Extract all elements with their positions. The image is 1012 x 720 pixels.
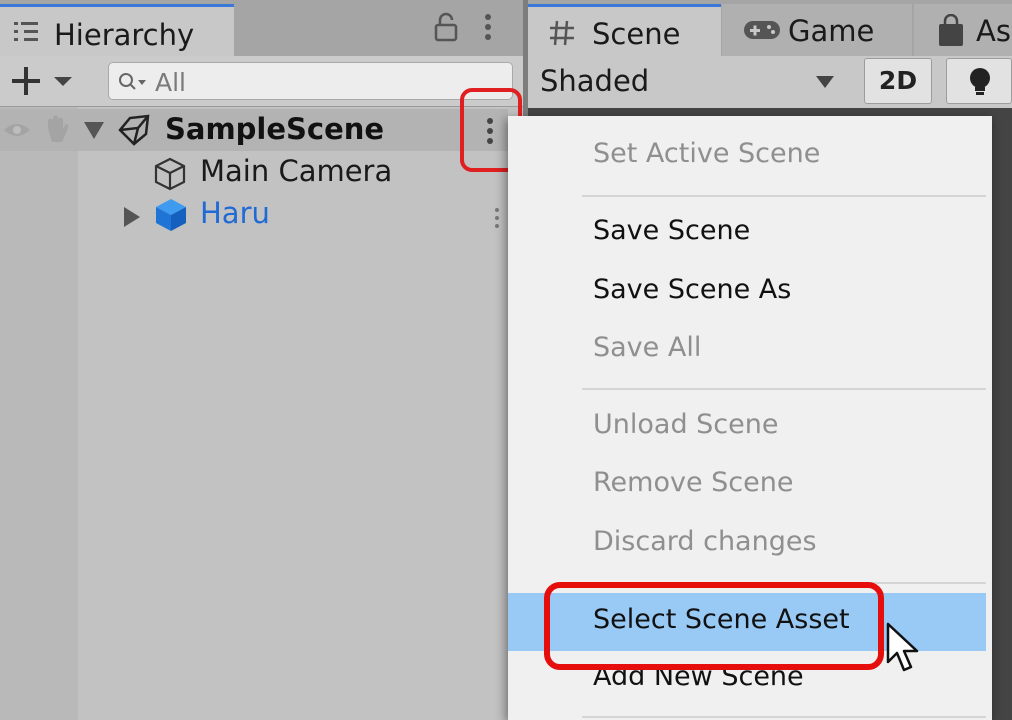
haru-more-icon[interactable]: [494, 206, 500, 230]
tab-scene[interactable]: Scene: [528, 4, 721, 56]
hierarchy-item-haru[interactable]: Haru: [200, 196, 270, 230]
shading-mode-dropdown[interactable]: Shaded: [528, 58, 846, 104]
menu-separator: [582, 716, 986, 718]
search-icon: [119, 73, 146, 90]
tab-scene-label: Scene: [592, 17, 681, 51]
menu-item-label: Save Scene As: [593, 274, 792, 305]
list-icon: [14, 22, 38, 41]
tab-asset-store[interactable]: As: [914, 4, 1012, 56]
menu-separator: [582, 195, 986, 197]
blue-cube-icon: [156, 199, 186, 231]
menu-item-label: Save All: [593, 332, 702, 363]
menu-item-label: Set Active Scene: [593, 138, 821, 169]
tab-hierarchy-label: Hierarchy: [54, 18, 195, 52]
hash-icon: [550, 20, 574, 46]
expand-arrow-icon[interactable]: [82, 119, 106, 141]
visibility-gutter: [0, 107, 78, 720]
tab-game[interactable]: Game: [722, 4, 912, 56]
shading-mode-value: Shaded: [540, 64, 650, 98]
lightbulb-icon: [970, 68, 990, 95]
scene-name[interactable]: SampleScene: [165, 112, 384, 146]
hierarchy-toolbar: [0, 56, 523, 107]
menu-item-remove-scene[interactable]: Remove Scene: [508, 459, 992, 511]
lighting-toggle-button[interactable]: [946, 58, 1012, 104]
mouse-cursor-icon: [886, 622, 919, 672]
toggle-2d-button[interactable]: 2D: [864, 58, 932, 104]
bag-icon: [939, 14, 963, 46]
menu-item-save-all[interactable]: Save All: [508, 324, 992, 376]
eye-icon[interactable]: [2, 118, 32, 142]
menu-item-label: Unload Scene: [593, 409, 779, 440]
menu-item-discard-changes[interactable]: Discard changes: [508, 518, 992, 570]
menu-item-label: Discard changes: [593, 526, 817, 557]
tab-hierarchy[interactable]: Hierarchy: [0, 4, 234, 56]
select-asset-highlight-outline: [544, 582, 884, 670]
hierarchy-search-field[interactable]: [108, 62, 513, 100]
tab-game-label: Game: [788, 14, 875, 48]
collapsed-arrow-icon[interactable]: [120, 205, 144, 229]
menu-item-label: Remove Scene: [593, 467, 794, 498]
lock-icon[interactable]: [433, 12, 459, 42]
menu-item-label: Save Scene: [593, 215, 751, 246]
search-input[interactable]: [153, 65, 497, 99]
add-dropdown-button[interactable]: [6, 64, 78, 98]
gamepad-icon: [744, 21, 780, 39]
hierarchy-item-main-camera[interactable]: Main Camera: [200, 154, 392, 188]
hierarchy-more-icon[interactable]: [478, 12, 498, 42]
unity-scene-icon: [118, 114, 150, 146]
menu-item-unload-scene[interactable]: Unload Scene: [508, 401, 992, 453]
pickable-hand-icon[interactable]: [42, 114, 72, 146]
camera-cube-icon: [154, 157, 186, 191]
chevron-down-icon: [816, 76, 834, 88]
menu-separator: [582, 388, 986, 390]
menu-item-save-scene[interactable]: Save Scene: [508, 207, 992, 259]
tab-asset-label: As: [976, 14, 1011, 48]
menu-item-save-scene-as[interactable]: Save Scene As: [508, 266, 992, 318]
menu-item-set-active-scene[interactable]: Set Active Scene: [508, 130, 992, 182]
